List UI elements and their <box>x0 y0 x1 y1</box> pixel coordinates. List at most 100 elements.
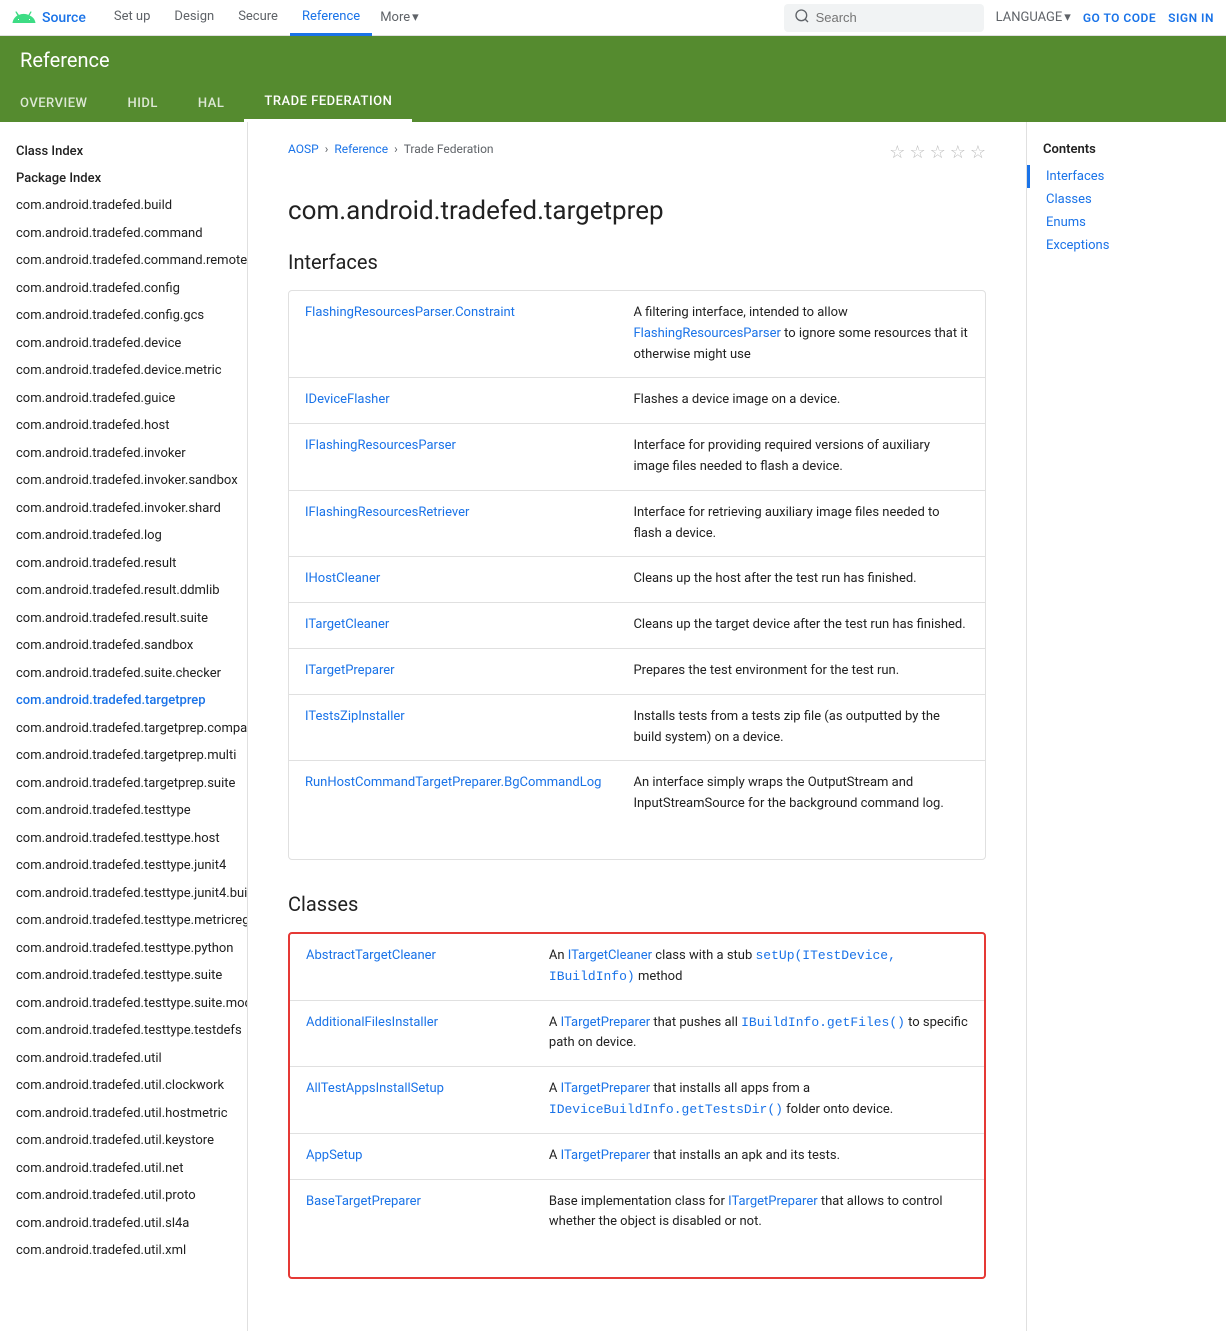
desc-link[interactable]: ITargetPreparer <box>561 1148 651 1163</box>
sidebar-item-testtype[interactable]: com.android.tradefed.testtype <box>0 797 247 825</box>
sidebar-item-testtype-junit4-builder[interactable]: com.android.tradefed.testtype.junit4.bui… <box>0 880 247 908</box>
sidebar-package-index[interactable]: Package Index <box>0 165 247 192</box>
class-link[interactable]: AbstractTargetCleaner <box>306 948 436 963</box>
sidebar-item-build[interactable]: com.android.tradefed.build <box>0 192 247 220</box>
sidebar-item-device[interactable]: com.android.tradefed.device <box>0 330 247 358</box>
desc-link[interactable]: ITargetPreparer <box>728 1194 818 1209</box>
sidebar-item-config-gcs[interactable]: com.android.tradefed.config.gcs <box>0 302 247 330</box>
sidebar-item-testtype-suite-module[interactable]: com.android.tradefed.testtype.suite.modu… <box>0 990 247 1018</box>
interface-link[interactable]: RunHostCommandTargetPreparer.BgCommandLo… <box>305 775 601 790</box>
dropdown-arrow-icon: ▾ <box>412 10 419 25</box>
subnav-overview[interactable]: OVERVIEW <box>0 86 107 121</box>
sidebar-item-guice[interactable]: com.android.tradefed.guice <box>0 385 247 413</box>
interface-desc: An interface simply wraps the OutputStre… <box>617 761 985 827</box>
toc-sidebar: Contents Interfaces Classes Enums Except… <box>1026 122 1226 1331</box>
sidebar-item-targetprep[interactable]: com.android.tradefed.targetprep <box>0 687 247 715</box>
sidebar-item-log[interactable]: com.android.tradefed.log <box>0 522 247 550</box>
lang-dropdown-icon: ▾ <box>1064 10 1071 25</box>
star-3[interactable]: ☆ <box>930 142 946 163</box>
sidebar-item-result-ddmlib[interactable]: com.android.tradefed.result.ddmlib <box>0 577 247 605</box>
nav-setup[interactable]: Set up <box>102 0 163 36</box>
breadcrumb-aosp[interactable]: AOSP <box>288 142 319 156</box>
subnav-hidl[interactable]: HIDL <box>107 86 177 121</box>
toc-enums[interactable]: Enums <box>1027 211 1226 234</box>
sidebar-item-util-clockwork[interactable]: com.android.tradefed.util.clockwork <box>0 1072 247 1100</box>
sidebar-item-invoker-shard[interactable]: com.android.tradefed.invoker.shard <box>0 495 247 523</box>
breadcrumb: AOSP › Reference › Trade Federation <box>288 142 494 156</box>
toc-classes[interactable]: Classes <box>1027 188 1226 211</box>
interface-link[interactable]: IFlashingResourcesParser <box>305 438 456 453</box>
sidebar-item-command-remote[interactable]: com.android.tradefed.command.remote <box>0 247 247 275</box>
interface-link[interactable]: ITestsZipInstaller <box>305 709 405 724</box>
interface-link[interactable]: IFlashingResourcesRetriever <box>305 505 469 520</box>
star-5[interactable]: ☆ <box>970 142 986 163</box>
desc-link[interactable]: IBuildInfo.getFiles() <box>741 1015 905 1030</box>
interface-link[interactable]: ITargetPreparer <box>305 663 395 678</box>
sidebar-item-testtype-testdefs[interactable]: com.android.tradefed.testtype.testdefs <box>0 1017 247 1045</box>
desc-link[interactable]: ITargetPreparer <box>561 1015 651 1030</box>
toc-exceptions[interactable]: Exceptions <box>1027 234 1226 257</box>
sidebar-item-targetprep-companion[interactable]: com.android.tradefed.targetprep.companio… <box>0 715 247 743</box>
interface-link[interactable]: ITargetCleaner <box>305 617 389 632</box>
desc-link[interactable]: FlashingResourcesParser <box>633 326 780 341</box>
subnav-trade-federation[interactable]: TRADE FEDERATION <box>244 84 412 122</box>
sidebar-item-util-sl4a[interactable]: com.android.tradefed.util.sl4a <box>0 1210 247 1238</box>
interface-link[interactable]: IHostCleaner <box>305 571 380 586</box>
interface-link[interactable]: IDeviceFlasher <box>305 392 390 407</box>
search-input[interactable] <box>816 10 956 25</box>
class-link[interactable]: AllTestAppsInstallSetup <box>306 1081 444 1096</box>
sidebar-item-util-keystore[interactable]: com.android.tradefed.util.keystore <box>0 1127 247 1155</box>
sidebar-item-util-xml[interactable]: com.android.tradefed.util.xml <box>0 1237 247 1265</box>
breadcrumb-reference[interactable]: Reference <box>334 142 388 156</box>
sidebar-item-device-metric[interactable]: com.android.tradefed.device.metric <box>0 357 247 385</box>
subnav-hal[interactable]: HAL <box>178 86 244 121</box>
sidebar-item-testtype-host[interactable]: com.android.tradefed.testtype.host <box>0 825 247 853</box>
go-to-code-button[interactable]: GO TO CODE <box>1083 11 1156 25</box>
class-desc: Base implementation class for ITargetPre… <box>533 1179 984 1245</box>
star-2[interactable]: ☆ <box>909 142 925 163</box>
nav-secure[interactable]: Secure <box>226 0 290 36</box>
breadcrumb-sep-2: › <box>394 142 398 156</box>
sidebar-item-command[interactable]: com.android.tradefed.command <box>0 220 247 248</box>
logo[interactable]: Source <box>12 6 86 30</box>
sidebar-item-config[interactable]: com.android.tradefed.config <box>0 275 247 303</box>
sign-in-button[interactable]: SIGN IN <box>1168 11 1214 25</box>
table-row: RunHostCommandTargetPreparer.BgCommandLo… <box>289 761 985 827</box>
sidebar-item-util-proto[interactable]: com.android.tradefed.util.proto <box>0 1182 247 1210</box>
sidebar-item-host[interactable]: com.android.tradefed.host <box>0 412 247 440</box>
star-4[interactable]: ☆ <box>950 142 966 163</box>
sidebar-item-util-net[interactable]: com.android.tradefed.util.net <box>0 1155 247 1183</box>
class-link[interactable]: AdditionalFilesInstaller <box>306 1015 438 1030</box>
sidebar-item-suite-checker[interactable]: com.android.tradefed.suite.checker <box>0 660 247 688</box>
toc-interfaces[interactable]: Interfaces <box>1027 165 1226 188</box>
desc-link[interactable]: ITargetPreparer <box>561 1081 651 1096</box>
sidebar-item-result-suite[interactable]: com.android.tradefed.result.suite <box>0 605 247 633</box>
sidebar-item-util-hostmetric[interactable]: com.android.tradefed.util.hostmetric <box>0 1100 247 1128</box>
desc-link[interactable]: ITargetCleaner <box>568 948 652 963</box>
sidebar-item-sandbox[interactable]: com.android.tradefed.sandbox <box>0 632 247 660</box>
sidebar-item-util[interactable]: com.android.tradefed.util <box>0 1045 247 1073</box>
sidebar-item-result[interactable]: com.android.tradefed.result <box>0 550 247 578</box>
sidebar-item-targetprep-suite[interactable]: com.android.tradefed.targetprep.suite <box>0 770 247 798</box>
sidebar-item-invoker[interactable]: com.android.tradefed.invoker <box>0 440 247 468</box>
sidebar-class-index[interactable]: Class Index <box>0 138 247 165</box>
sidebar-item-testtype-suite[interactable]: com.android.tradefed.testtype.suite <box>0 962 247 990</box>
sidebar-item-targetprep-multi[interactable]: com.android.tradefed.targetprep.multi <box>0 742 247 770</box>
nav-more[interactable]: More ▾ <box>372 10 426 25</box>
language-button[interactable]: LANGUAGE ▾ <box>996 10 1071 25</box>
sidebar-item-invoker-sandbox[interactable]: com.android.tradefed.invoker.sandbox <box>0 467 247 495</box>
star-1[interactable]: ☆ <box>889 142 905 163</box>
sidebar-item-testtype-metricregression[interactable]: com.android.tradefed.testtype.metricregr… <box>0 907 247 935</box>
class-link[interactable]: BaseTargetPreparer <box>306 1194 421 1209</box>
nav-reference[interactable]: Reference <box>290 0 372 36</box>
table-row: IDeviceFlasherFlashes a device image on … <box>289 378 985 424</box>
search-bar[interactable] <box>784 4 984 32</box>
sidebar-item-testtype-junit4[interactable]: com.android.tradefed.testtype.junit4 <box>0 852 247 880</box>
sidebar-item-testtype-python[interactable]: com.android.tradefed.testtype.python <box>0 935 247 963</box>
interface-link[interactable]: FlashingResourcesParser.Constraint <box>305 305 515 320</box>
class-link[interactable]: AppSetup <box>306 1148 362 1163</box>
nav-design[interactable]: Design <box>162 0 226 36</box>
classes-table: AbstractTargetCleanerAn ITargetCleaner c… <box>290 934 984 1245</box>
desc-link[interactable]: IDeviceBuildInfo.getTestsDir() <box>549 1102 783 1117</box>
interface-desc: Cleans up the target device after the te… <box>617 603 985 649</box>
